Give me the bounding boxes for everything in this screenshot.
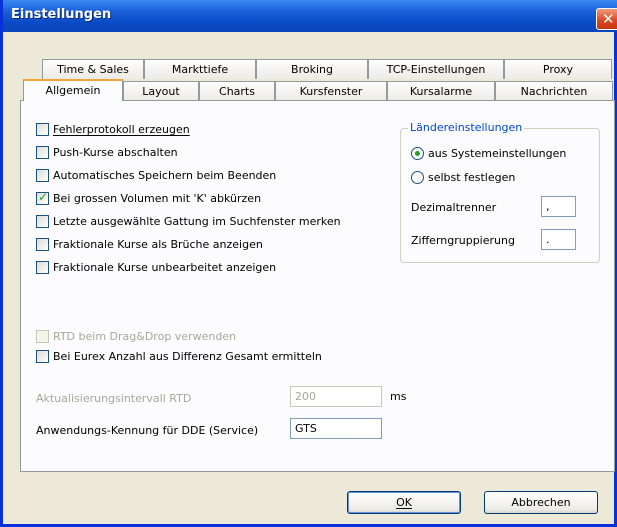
checkbox[interactable] <box>36 350 49 363</box>
checkbox[interactable] <box>36 215 49 228</box>
rtd-interval-label: Aktualisierungsintervall RTD <box>36 392 192 405</box>
close-button[interactable]: ✕ <box>596 8 617 30</box>
dde-label: Anwendungs-Kennung für DDE (Service) <box>36 424 259 437</box>
dde-service-field[interactable] <box>290 418 382 439</box>
tab-broking[interactable]: Broking <box>256 59 368 79</box>
tab-time-sales[interactable]: Time & Sales <box>42 59 144 79</box>
tab-tcp-einstellungen[interactable]: TCP-Einstellungen <box>368 59 504 79</box>
decimal-separator-field[interactable] <box>541 196 576 217</box>
cancel-button[interactable]: Abbrechen <box>484 491 598 514</box>
radio-selected[interactable] <box>411 147 424 160</box>
tab-charts[interactable]: Charts <box>199 81 275 101</box>
option-fraktional-unbearbeitet[interactable]: Fraktionale Kurse unbearbeitet anzeigen <box>36 261 276 274</box>
checkbox[interactable] <box>36 238 49 251</box>
tab-allgemein[interactable]: Allgemein <box>23 79 123 101</box>
tab-layout[interactable]: Layout <box>123 81 199 101</box>
radio-unselected[interactable] <box>411 171 424 184</box>
tab-kursfenster[interactable]: Kursfenster <box>275 81 387 101</box>
option-volumen-k[interactable]: Bei grossen Volumen mit 'K' abkürzen <box>36 190 261 205</box>
checkbox-disabled <box>36 330 49 343</box>
tab-proxy[interactable]: Proxy <box>504 59 612 79</box>
checkbox[interactable] <box>36 261 49 274</box>
checkbox[interactable] <box>36 146 49 159</box>
option-rtd-dragdrop: RTD beim Drag&Drop verwenden <box>36 330 236 343</box>
ok-button[interactable]: OK <box>347 491 461 514</box>
checkbox-checked[interactable] <box>36 190 49 205</box>
title-bar[interactable]: Einstellungen ✕ <box>3 0 617 32</box>
tab-markttiefe[interactable]: Markttiefe <box>144 59 256 79</box>
radio-system-settings[interactable]: aus Systemeinstellungen <box>411 147 566 160</box>
rtd-interval-unit: ms <box>390 390 407 403</box>
decimal-separator-label: Dezimaltrenner <box>411 201 497 214</box>
checkbox[interactable] <box>36 169 49 182</box>
radio-custom-settings[interactable]: selbst festlegen <box>411 171 515 184</box>
tab-nachrichten[interactable]: Nachrichten <box>495 81 613 101</box>
tab-kursalarme[interactable]: Kursalarme <box>387 81 495 101</box>
close-icon: ✕ <box>602 10 615 28</box>
option-fraktional-brueche[interactable]: Fraktionale Kurse als Brüche anzeigen <box>36 238 263 251</box>
option-fehlerprotokoll[interactable]: Fehlerprotokoll erzeugen <box>36 123 190 136</box>
country-settings-title: Ländereinstellungen <box>408 121 525 134</box>
option-auto-speichern[interactable]: Automatisches Speichern beim Beenden <box>36 169 276 182</box>
window-title: Einstellungen <box>11 7 112 22</box>
digit-grouping-field[interactable] <box>541 229 576 250</box>
rtd-interval-field <box>290 386 382 407</box>
option-eurex-anzahl[interactable]: Bei Eurex Anzahl aus Differenz Gesamt er… <box>36 350 322 363</box>
option-letzte-gattung[interactable]: Letzte ausgewählte Gattung im Suchfenste… <box>36 215 341 228</box>
option-push-kurse[interactable]: Push-Kurse abschalten <box>36 146 178 159</box>
checkbox[interactable] <box>36 123 49 136</box>
digit-grouping-label: Zifferngruppierung <box>411 234 515 247</box>
